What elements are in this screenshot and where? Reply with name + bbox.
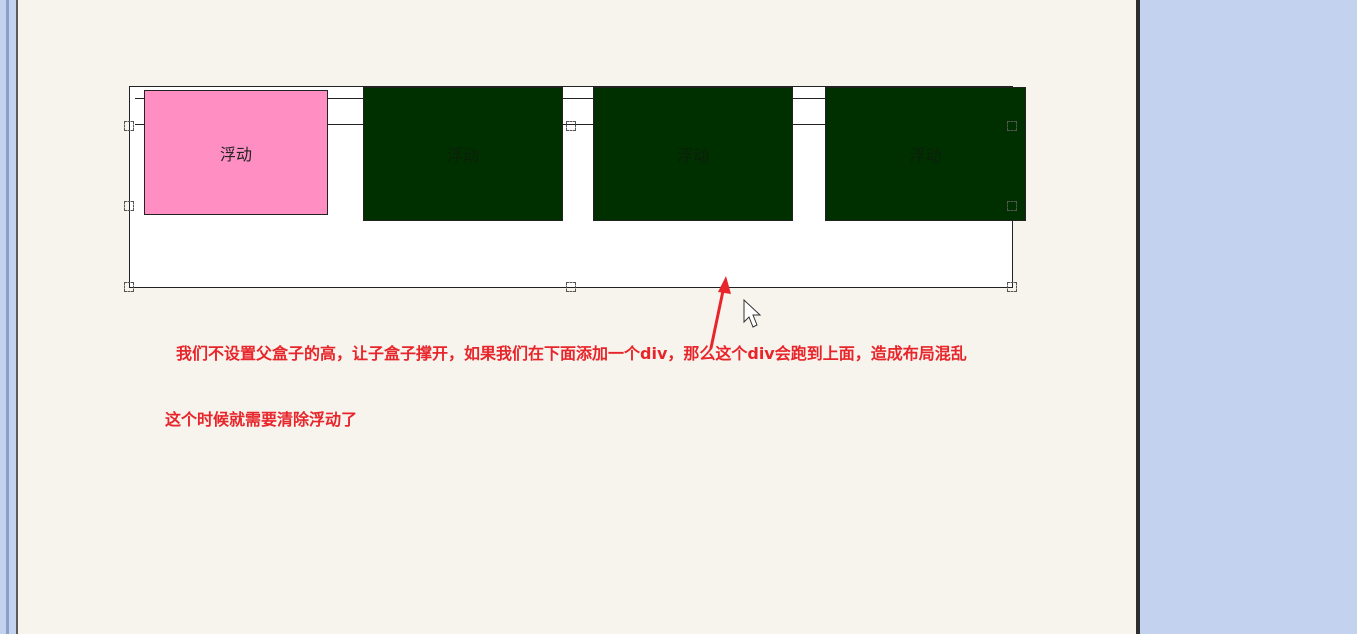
mouse-pointer-icon (743, 298, 762, 328)
annotation-overlay (709, 276, 762, 350)
red-arrow-icon (709, 276, 731, 350)
